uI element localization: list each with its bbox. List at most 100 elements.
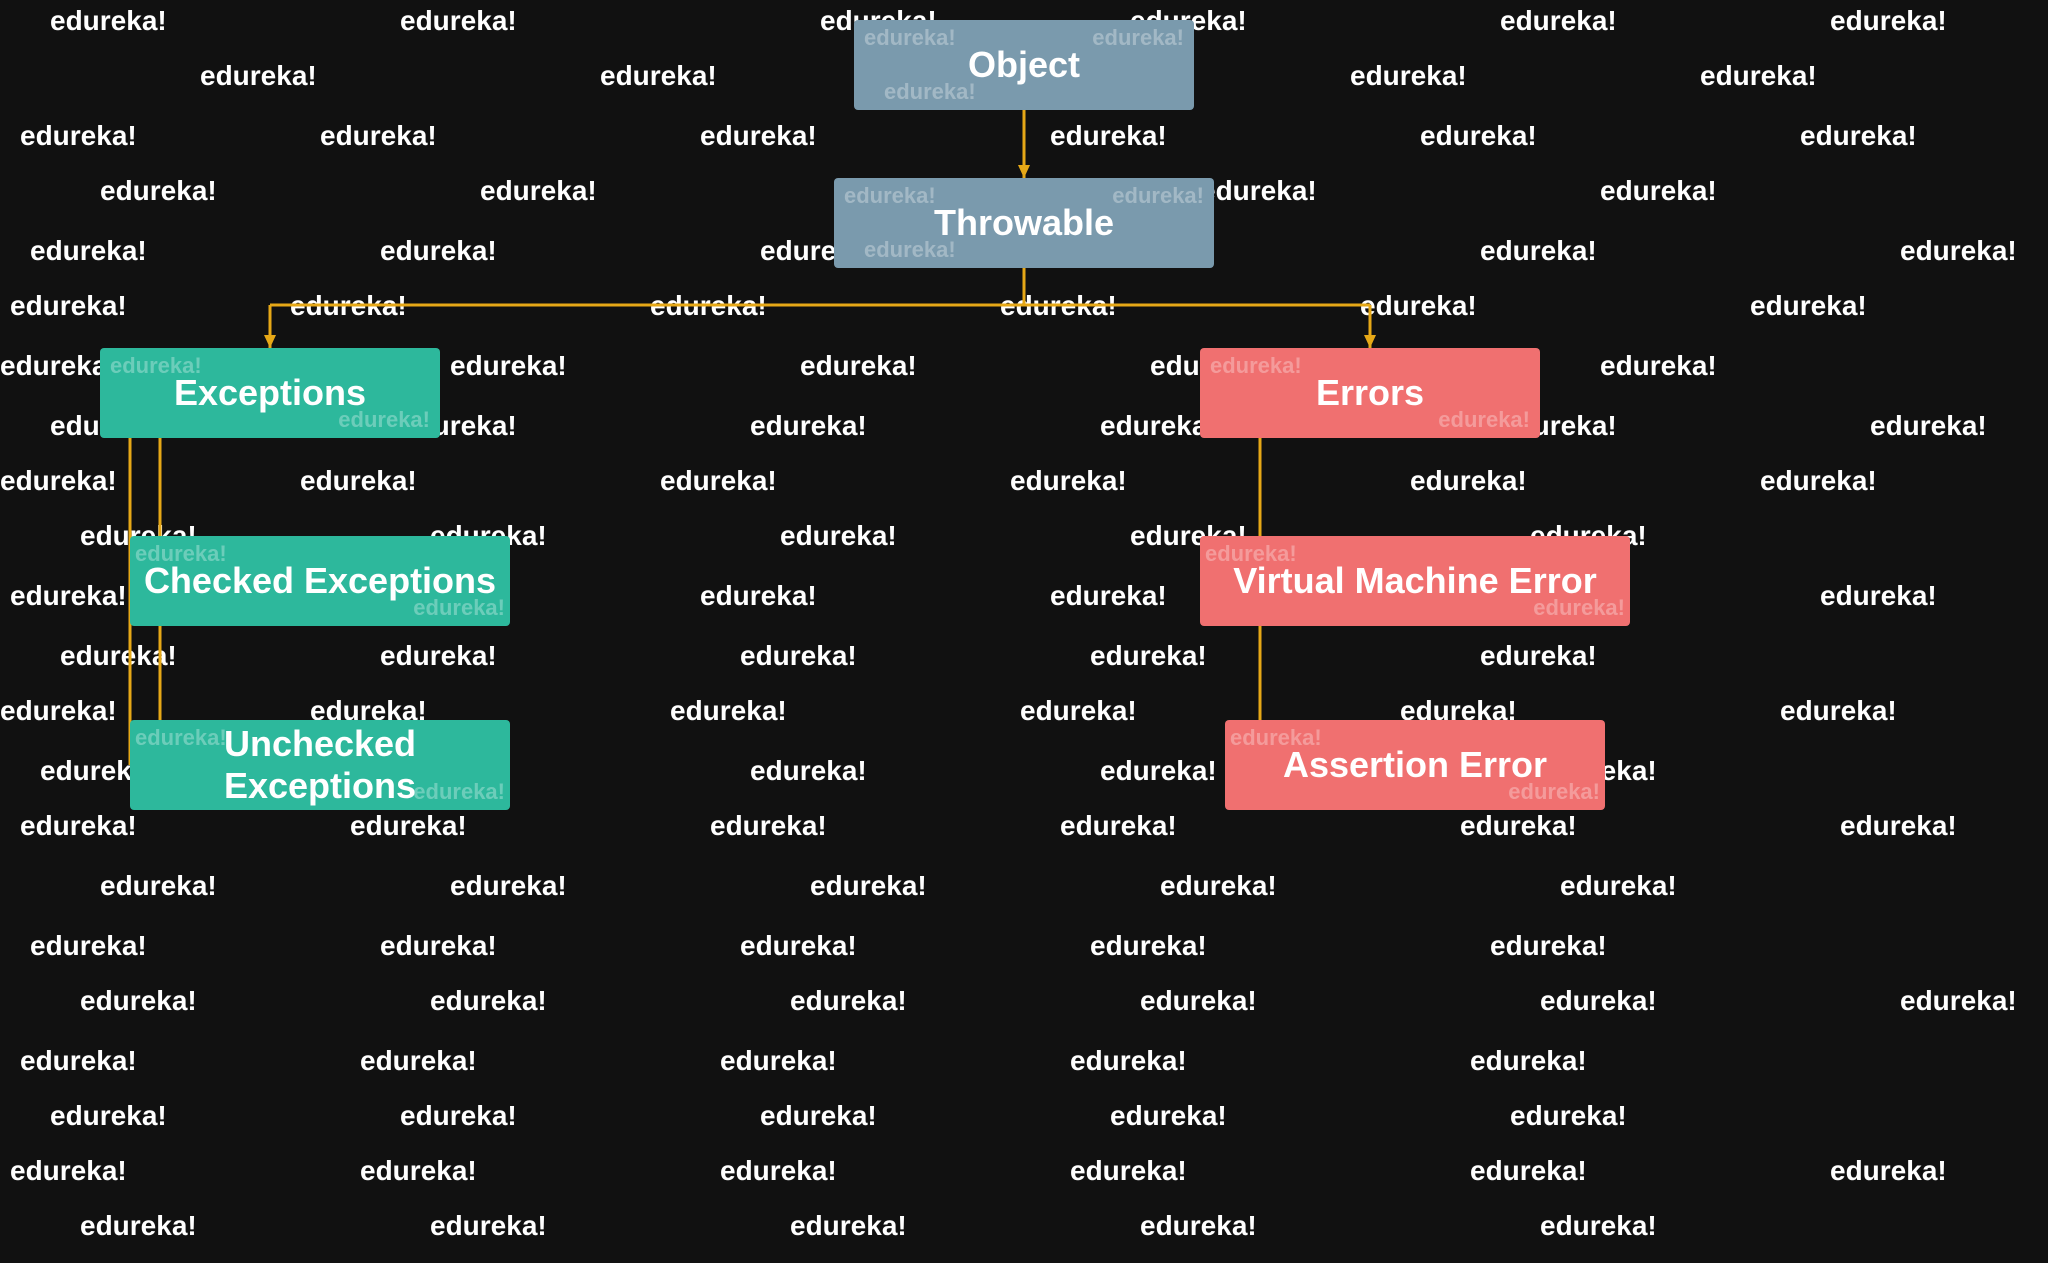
watermark-text: edureka!	[1700, 60, 1817, 92]
watermark-text: edureka!	[1010, 465, 1127, 497]
watermark-text: edureka!	[790, 1210, 907, 1242]
node-assertion-error: edureka! edureka! Assertion Error	[1225, 720, 1605, 810]
checked-label: Checked Exceptions	[144, 560, 496, 602]
object-label: Object	[968, 44, 1080, 86]
watermark-text: edureka!	[1460, 810, 1577, 842]
watermark-text: edureka!	[700, 580, 817, 612]
watermark-text: edureka!	[780, 520, 897, 552]
watermark-text: edureka!	[800, 350, 917, 382]
vme-label: Virtual Machine Error	[1233, 560, 1596, 602]
watermark-text: edureka!	[1500, 5, 1617, 37]
watermark-text: edureka!	[1050, 120, 1167, 152]
watermark-text: edureka!	[60, 640, 177, 672]
watermark-text: edureka!	[710, 810, 827, 842]
watermark-text: edureka!	[1600, 175, 1717, 207]
watermark-text: edureka!	[1840, 810, 1957, 842]
watermark-text: edureka!	[0, 465, 117, 497]
watermark-text: edureka!	[1360, 290, 1477, 322]
node-object: edureka! edureka! edureka! Object	[854, 20, 1194, 110]
unchecked-label: Unchecked Exceptions	[130, 723, 510, 807]
watermark-text: edureka!	[400, 5, 517, 37]
watermark-text: edureka!	[80, 1210, 197, 1242]
watermark-text: edureka!	[1350, 60, 1467, 92]
watermark-text: edureka!	[1070, 1045, 1187, 1077]
watermark-text: edureka!	[430, 1210, 547, 1242]
watermark-text: edureka!	[290, 290, 407, 322]
watermark-text: edureka!	[50, 1100, 167, 1132]
watermark-text: edureka!	[1900, 235, 2017, 267]
node-virtual-machine-error: edureka! edureka! Virtual Machine Error	[1200, 536, 1630, 626]
watermark-text: edureka!	[600, 60, 717, 92]
watermark-text: edureka!	[20, 120, 137, 152]
watermark-text: edureka!	[1060, 810, 1177, 842]
watermark-text: edureka!	[450, 350, 567, 382]
watermark-text: edureka!	[360, 1155, 477, 1187]
watermark-text: edureka!	[1510, 1100, 1627, 1132]
watermark-text: edureka!	[1470, 1045, 1587, 1077]
watermark-text: edureka!	[0, 695, 117, 727]
watermark-text: edureka!	[1050, 580, 1167, 612]
watermark-text: edureka!	[1830, 1155, 1947, 1187]
watermark-text: edureka!	[740, 930, 857, 962]
watermark-text: edureka!	[1820, 580, 1937, 612]
watermark-text: edureka!	[1200, 175, 1317, 207]
node-checked-exceptions: edureka! edureka! Checked Exceptions	[130, 536, 510, 626]
watermark-text: edureka!	[720, 1155, 837, 1187]
watermark-text: edureka!	[350, 810, 467, 842]
assertion-label: Assertion Error	[1283, 744, 1547, 786]
watermark-text: edureka!	[30, 235, 147, 267]
throwable-label: Throwable	[934, 202, 1114, 244]
watermark-text: edureka!	[670, 695, 787, 727]
watermark-text: edureka!	[100, 870, 217, 902]
watermark-text: edureka!	[380, 640, 497, 672]
watermark-text: edureka!	[10, 1155, 127, 1187]
watermark-text: edureka!	[320, 120, 437, 152]
exceptions-label: Exceptions	[174, 372, 366, 414]
watermark-text: edureka!	[1600, 350, 1717, 382]
watermark-text: edureka!	[80, 985, 197, 1017]
node-throwable: edureka! edureka! edureka! Throwable	[834, 178, 1214, 268]
watermark-text: edureka!	[790, 985, 907, 1017]
watermark-text: edureka!	[700, 120, 817, 152]
diagram-container: edureka!edureka!edureka!edureka!edureka!…	[0, 0, 2048, 1263]
watermark-text: edureka!	[200, 60, 317, 92]
watermark-text: edureka!	[1140, 985, 1257, 1017]
watermark-text: edureka!	[1160, 870, 1277, 902]
watermark-text: edureka!	[1760, 465, 1877, 497]
watermark-text: edureka!	[1900, 985, 2017, 1017]
watermark-text: edureka!	[400, 1100, 517, 1132]
watermark-text: edureka!	[1480, 640, 1597, 672]
watermark-text: edureka!	[740, 640, 857, 672]
watermark-text: edureka!	[1540, 1210, 1657, 1242]
watermark-text: edureka!	[650, 290, 767, 322]
watermark-text: edureka!	[1420, 120, 1537, 152]
watermark-text: edureka!	[1110, 1100, 1227, 1132]
watermark-text: edureka!	[380, 235, 497, 267]
watermark-text: edureka!	[760, 1100, 877, 1132]
watermark-text: edureka!	[10, 580, 127, 612]
watermark-text: edureka!	[360, 1045, 477, 1077]
watermark-text: edureka!	[1020, 695, 1137, 727]
watermark-text: edureka!	[1480, 235, 1597, 267]
watermark-text: edureka!	[50, 5, 167, 37]
watermark-text: edureka!	[750, 410, 867, 442]
watermark-text: edureka!	[10, 290, 127, 322]
watermark-text: edureka!	[1470, 1155, 1587, 1187]
watermark-text: edureka!	[30, 930, 147, 962]
errors-label: Errors	[1316, 372, 1424, 414]
watermark-text: edureka!	[1560, 870, 1677, 902]
watermark-text: edureka!	[1140, 1210, 1257, 1242]
watermark-text: edureka!	[480, 175, 597, 207]
watermark-text: edureka!	[720, 1045, 837, 1077]
watermark-text: edureka!	[1490, 930, 1607, 962]
watermark-text: edureka!	[810, 870, 927, 902]
watermark-text: edureka!	[1540, 985, 1657, 1017]
watermark-text: edureka!	[380, 930, 497, 962]
watermark-text: edureka!	[1100, 755, 1217, 787]
watermark-text: edureka!	[300, 465, 417, 497]
watermark-text: edureka!	[450, 870, 567, 902]
watermark-text: edureka!	[1070, 1155, 1187, 1187]
watermark-text: edureka!	[430, 985, 547, 1017]
watermark-text: edureka!	[1000, 290, 1117, 322]
node-unchecked-exceptions: edureka! edureka! Unchecked Exceptions	[130, 720, 510, 810]
